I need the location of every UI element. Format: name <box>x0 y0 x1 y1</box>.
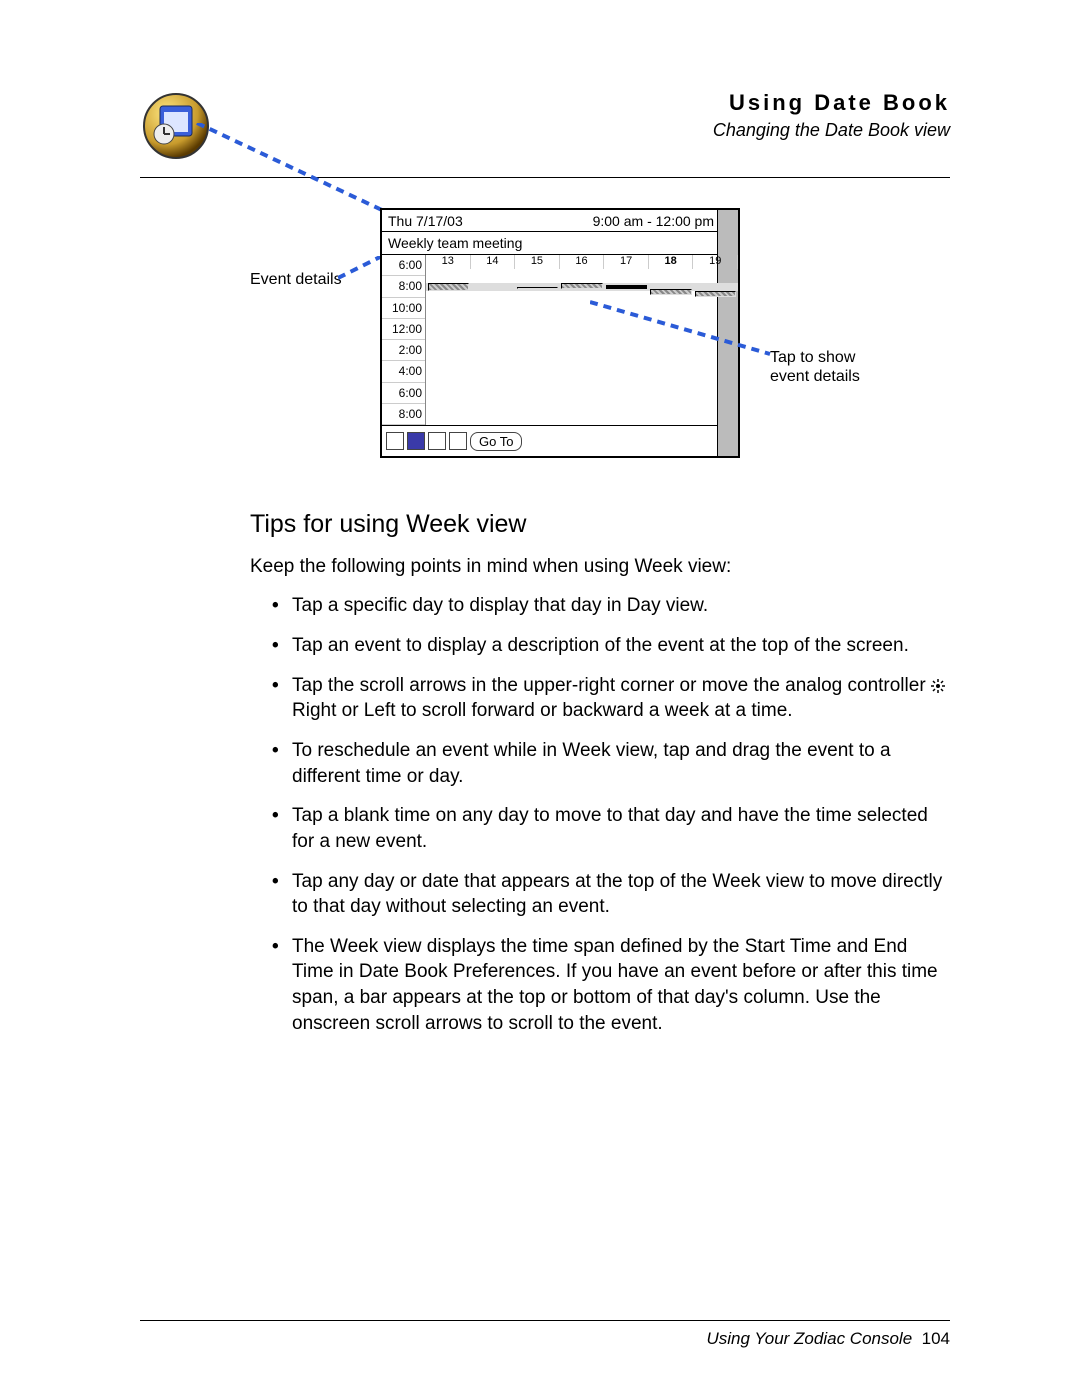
time-label: 12:00 <box>382 319 425 340</box>
time-label: 6:00 <box>382 383 425 404</box>
header-divider <box>140 177 950 178</box>
event-block[interactable] <box>517 287 558 289</box>
section-breadcrumb: Changing the Date Book view <box>220 120 950 141</box>
month-view-button[interactable] <box>428 432 446 450</box>
agenda-view-button[interactable] <box>449 432 467 450</box>
time-label: 6:00 <box>382 255 425 276</box>
tip-item: Tap an event to display a description of… <box>272 633 950 659</box>
event-block[interactable] <box>561 283 602 289</box>
selected-timerange: 9:00 am - 12:00 pm <box>593 213 714 229</box>
event-block[interactable] <box>428 283 469 291</box>
event-block[interactable] <box>650 289 691 295</box>
section-title: Tips for using Week view <box>250 508 950 542</box>
time-label: 8:00 <box>382 276 425 297</box>
time-label: 2:00 <box>382 340 425 361</box>
week-view-figure: Event details Thu 7/17/03 9:00 am - 12:0… <box>140 208 950 488</box>
tip-item: Tap any day or date that appears at the … <box>272 869 950 920</box>
time-label: 10:00 <box>382 298 425 319</box>
day-headers[interactable]: 13141516171819 <box>426 255 738 269</box>
day-header[interactable]: 19 <box>693 255 738 269</box>
page-number: 104 <box>922 1329 950 1348</box>
intro-paragraph: Keep the following points in mind when u… <box>250 554 950 580</box>
content-area: Tips for using Week view Keep the follow… <box>250 508 950 1036</box>
analog-controller-icon <box>931 679 945 693</box>
datebook-app-icon <box>140 90 220 167</box>
week-grid[interactable] <box>426 283 738 291</box>
day-header[interactable]: 18 <box>649 255 694 269</box>
tip-item: Tap the scroll arrows in the upper-right… <box>272 673 950 724</box>
day-header[interactable]: 15 <box>515 255 560 269</box>
tip-item: Tap a blank time on any day to move to t… <box>272 803 950 854</box>
toolbar: Go To <box>382 425 738 456</box>
day-view-button[interactable] <box>386 432 404 450</box>
event-block[interactable] <box>695 291 736 297</box>
day-header[interactable]: 16 <box>560 255 605 269</box>
page-footer: Using Your Zodiac Console 104 <box>140 1320 950 1349</box>
selected-event-name: Weekly team meeting <box>382 232 738 255</box>
footer-text: Using Your Zodiac Console <box>706 1329 912 1348</box>
callout-event-details: Event details <box>250 270 342 289</box>
time-labels: 6:008:0010:0012:002:004:006:008:00 <box>382 255 426 425</box>
page-header: Using Date Book Changing the Date Book v… <box>140 90 950 167</box>
week-view-button[interactable] <box>407 432 425 450</box>
day-header[interactable]: 17 <box>604 255 649 269</box>
chapter-title: Using Date Book <box>220 90 950 116</box>
tip-item: Tap a specific day to display that day i… <box>272 593 950 619</box>
goto-button[interactable]: Go To <box>470 432 522 451</box>
day-header[interactable]: 14 <box>471 255 516 269</box>
event-block[interactable] <box>606 285 647 289</box>
time-label: 8:00 <box>382 404 425 425</box>
time-label: 4:00 <box>382 361 425 382</box>
tip-item: The Week view displays the time span def… <box>272 934 950 1037</box>
day-header[interactable]: 13 <box>426 255 471 269</box>
selected-date: Thu 7/17/03 <box>388 213 463 229</box>
week-view-screenshot: Thu 7/17/03 9:00 am - 12:00 pm Weekly te… <box>380 208 740 458</box>
tip-item: To reschedule an event while in Week vie… <box>272 738 950 789</box>
tips-list: Tap a specific day to display that day i… <box>272 593 950 1036</box>
callout-tap-to-show: Tap to show event details <box>770 348 860 386</box>
